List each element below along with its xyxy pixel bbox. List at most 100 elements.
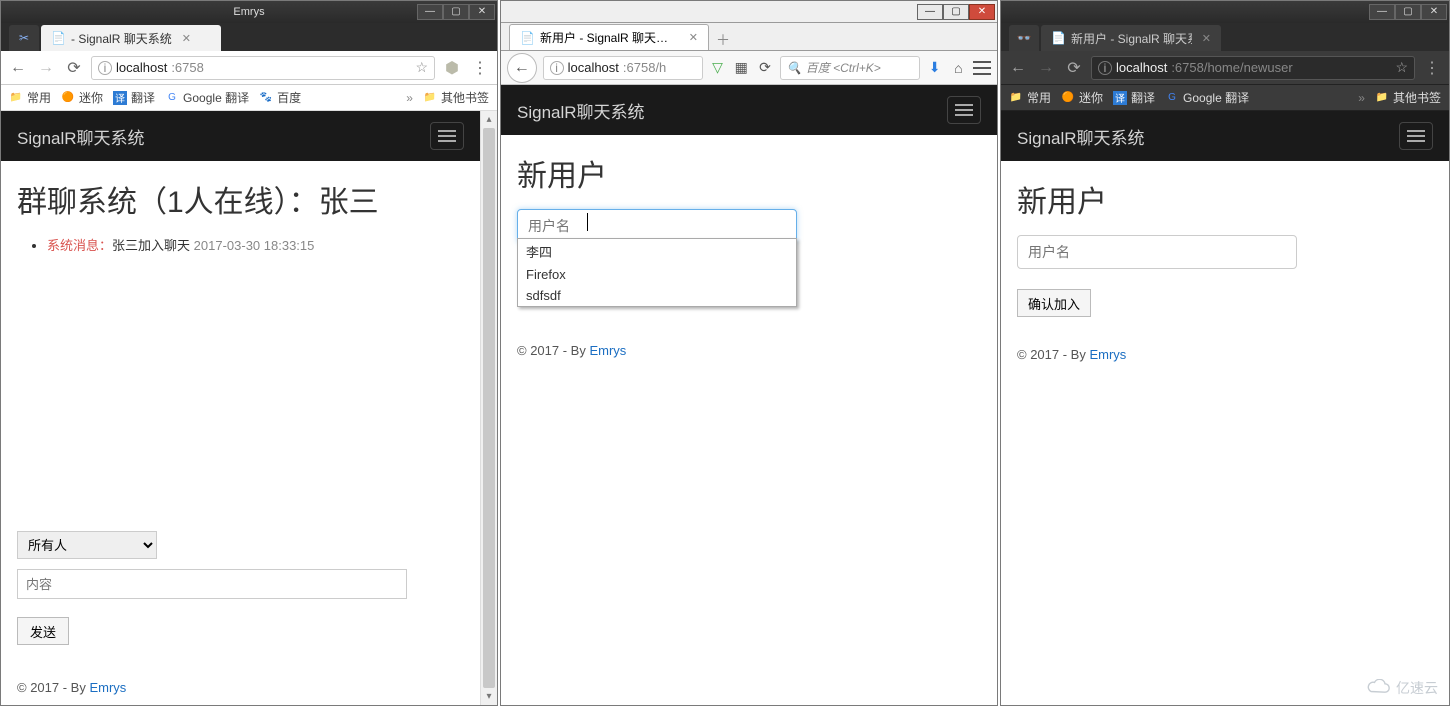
page-favicon-icon: 📄 [1051, 31, 1065, 45]
site-info-icon[interactable]: i [550, 61, 564, 75]
forward-button[interactable]: → [1035, 57, 1057, 79]
footer-author-link[interactable]: Emrys [1089, 347, 1126, 362]
page-heading: 群聊系统（1人在线）：张三 [17, 177, 464, 221]
tab-active[interactable]: 📄 - SignalR 聊天系统 ✕ [41, 25, 221, 51]
navbar-toggle-button[interactable] [947, 96, 981, 124]
app-brand[interactable]: SignalR聊天系统 [1017, 124, 1399, 149]
app-brand[interactable]: SignalR聊天系统 [17, 124, 430, 149]
other-bookmarks-button[interactable]: 📁其他书签 [1375, 89, 1441, 106]
site-info-icon[interactable]: i [1098, 61, 1112, 75]
autocomplete-option[interactable]: Firefox [518, 264, 796, 285]
bookmark-item[interactable]: 译翻译 [1113, 89, 1155, 106]
bookmark-item[interactable]: 📁常用 [1009, 89, 1051, 106]
tab-title: - SignalR 聊天系统 [71, 30, 172, 47]
page-viewport: SignalR聊天系统 新用户 李四 Firefox sdfsdf © 2017… [501, 85, 997, 705]
app-navbar: SignalR聊天系统 [1001, 111, 1449, 161]
app-brand[interactable]: SignalR聊天系统 [517, 98, 947, 123]
bookmarks-bar: 📁常用 🟠迷你 译翻译 GGoogle 翻译 » 📁其他书签 [1001, 85, 1449, 111]
url-port-path: :6758/h [623, 60, 666, 75]
url-host: localhost [568, 60, 619, 75]
back-button[interactable]: ← [7, 57, 29, 79]
scroll-down-button[interactable]: ▾ [481, 688, 497, 705]
window-minimize-button[interactable]: — [417, 4, 443, 20]
bookmark-item[interactable]: GGoogle 翻译 [1165, 89, 1249, 106]
scrollbar-thumb[interactable] [483, 128, 495, 688]
qr-icon[interactable]: ▦ [732, 59, 750, 77]
autocomplete-option[interactable]: 李四 [518, 239, 796, 264]
tab-active[interactable]: 📄 新用户 - SignalR 聊天系统 ✕ [509, 24, 709, 50]
bookmark-item[interactable]: 🐾百度 [259, 89, 301, 106]
search-box[interactable]: 🔍 百度 <Ctrl+K> [780, 56, 920, 80]
address-bar[interactable]: i localhost:6758 ☆ [91, 56, 435, 80]
address-bar[interactable]: i localhost :6758/h [543, 56, 703, 80]
site-icon: 🟠 [61, 91, 75, 105]
incognito-icon[interactable]: 👓 [1009, 25, 1039, 51]
tab-close-icon[interactable]: ✕ [1202, 32, 1211, 45]
tab-title: 新用户 - SignalR 聊天系统 [540, 29, 679, 46]
titlebar[interactable]: Emrys — ▢ ✕ [1, 1, 497, 23]
home-button[interactable]: ⌂ [950, 59, 968, 77]
window-close-button[interactable]: ✕ [969, 4, 995, 20]
window-restore-button[interactable]: ▢ [443, 4, 469, 20]
scroll-up-button[interactable]: ▴ [481, 111, 497, 128]
window-minimize-button[interactable]: — [1369, 4, 1395, 20]
back-button[interactable]: ← [1007, 57, 1029, 79]
address-bar-row: ← → ⟳ i localhost:6758 ☆ ⬢ ⋮ [1, 51, 497, 85]
bookmark-item[interactable]: 🟠迷你 [1061, 89, 1103, 106]
bookmarks-overflow-button[interactable]: » [406, 91, 413, 105]
extension-icon[interactable]: ⬢ [441, 57, 463, 79]
username-input[interactable] [1017, 235, 1297, 269]
bookmark-item[interactable]: 📁常用 [9, 89, 51, 106]
send-button[interactable]: 发送 [17, 617, 69, 645]
reload-button[interactable]: ⟳ [1063, 57, 1085, 79]
other-bookmarks-button[interactable]: 📁其他书签 [423, 89, 489, 106]
autocomplete-option[interactable]: sdfsdf [518, 285, 796, 306]
bookmarks-overflow-button[interactable]: » [1358, 91, 1365, 105]
window-close-button[interactable]: ✕ [469, 4, 495, 20]
bookmark-star-icon[interactable]: ☆ [415, 59, 428, 76]
shield-icon[interactable]: ▽ [709, 59, 727, 77]
window-restore-button[interactable]: ▢ [943, 4, 969, 20]
autocomplete-dropdown: 李四 Firefox sdfsdf [517, 238, 797, 307]
window-minimize-button[interactable]: — [917, 4, 943, 20]
tab-pinned[interactable]: ✂ [9, 25, 39, 51]
bookmarks-bar: 📁常用 🟠迷你 译翻译 GGoogle 翻译 🐾百度 » 📁其他书签 [1, 85, 497, 111]
tab-active[interactable]: 📄 新用户 - SignalR 聊天系 ✕ [1041, 25, 1221, 51]
window-restore-button[interactable]: ▢ [1395, 4, 1421, 20]
titlebar[interactable]: — ▢ ✕ [1001, 1, 1449, 23]
folder-icon: 📁 [423, 91, 437, 105]
reload-button[interactable]: ⟳ [756, 59, 774, 77]
bookmark-item[interactable]: GGoogle 翻译 [165, 89, 249, 106]
page-viewport: SignalR聊天系统 群聊系统（1人在线）：张三 系统消息：张三加入聊天 20… [1, 111, 497, 705]
message-input[interactable] [17, 569, 407, 599]
tab-close-icon[interactable]: ✕ [182, 32, 191, 45]
bookmark-item[interactable]: 🟠迷你 [61, 89, 103, 106]
browser-menu-button[interactable] [973, 61, 991, 75]
navbar-toggle-button[interactable] [1399, 122, 1433, 150]
titlebar[interactable]: — ▢ ✕ [501, 1, 997, 23]
address-bar[interactable]: i localhost:6758/home/newuser ☆ [1091, 56, 1415, 80]
confirm-join-button[interactable]: 确认加入 [1017, 289, 1091, 317]
recipient-select[interactable]: 所有人 [17, 531, 157, 559]
reload-button[interactable]: ⟳ [63, 57, 85, 79]
page-footer: © 2017 - By Emrys [17, 680, 126, 695]
page-favicon-icon: 📄 [520, 31, 534, 45]
navbar-toggle-button[interactable] [430, 122, 464, 150]
site-info-icon[interactable]: i [98, 61, 112, 75]
watermark: 亿速云 [1364, 678, 1438, 698]
address-bar-row: ← → ⟳ i localhost:6758/home/newuser ☆ ⋮ [1001, 51, 1449, 85]
browser-menu-button[interactable]: ⋮ [469, 57, 491, 79]
folder-icon: 📁 [9, 91, 23, 105]
browser-menu-button[interactable]: ⋮ [1421, 57, 1443, 79]
tab-close-icon[interactable]: ✕ [689, 31, 698, 44]
bookmark-item[interactable]: 译翻译 [113, 89, 155, 106]
downloads-button[interactable]: ⬇ [926, 59, 944, 77]
new-tab-button[interactable]: ＋ [711, 30, 735, 50]
footer-author-link[interactable]: Emrys [89, 680, 126, 695]
footer-author-link[interactable]: Emrys [589, 343, 626, 358]
back-button[interactable]: ← [507, 53, 537, 83]
forward-button[interactable]: → [35, 57, 57, 79]
vertical-scrollbar[interactable]: ▴ ▾ [480, 111, 497, 705]
window-close-button[interactable]: ✕ [1421, 4, 1447, 20]
bookmark-star-icon[interactable]: ☆ [1395, 59, 1408, 76]
